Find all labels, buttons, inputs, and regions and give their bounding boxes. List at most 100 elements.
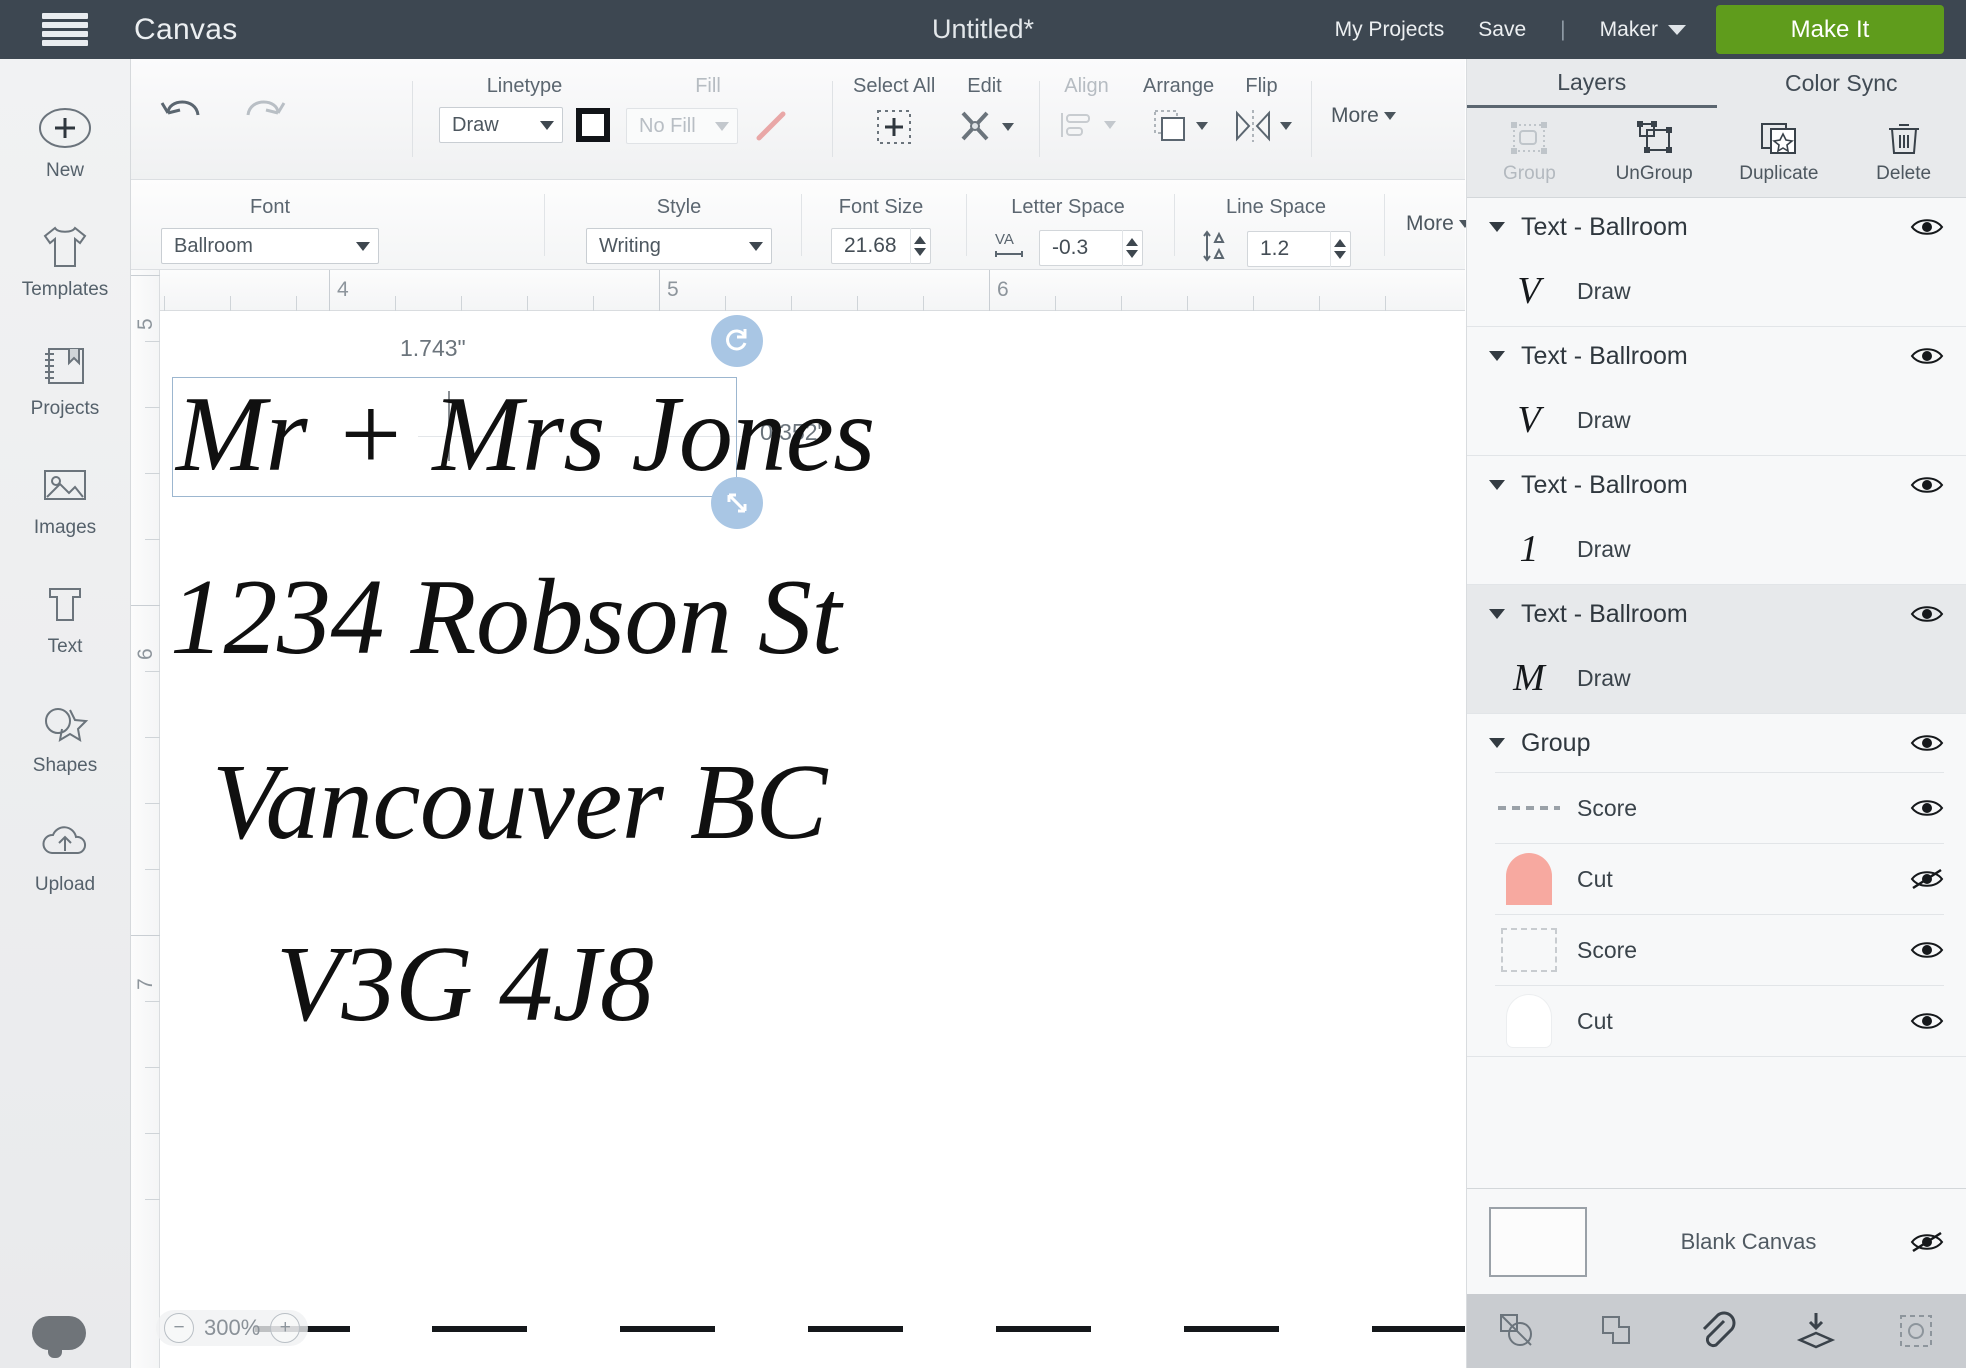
sidebar-label-templates: Templates xyxy=(21,279,109,300)
sidebar-item-shapes[interactable]: Shapes xyxy=(0,698,130,777)
arrange-layers-icon[interactable] xyxy=(1149,107,1209,145)
chevron-down-icon[interactable] xyxy=(1489,738,1505,748)
eye-visible-icon[interactable] xyxy=(1910,796,1944,820)
eye-visible-icon[interactable] xyxy=(1910,938,1944,962)
chevron-down-icon xyxy=(1196,122,1209,130)
my-projects-link[interactable]: My Projects xyxy=(1335,18,1445,42)
sidebar-item-text[interactable]: Text xyxy=(0,579,130,658)
layer-child-row[interactable]: Cut xyxy=(1467,986,1966,1056)
line-space-field[interactable] xyxy=(1247,230,1351,267)
eye-visible-icon[interactable] xyxy=(1910,602,1944,626)
flip-control[interactable]: Flip xyxy=(1231,75,1292,145)
save-button[interactable]: Save xyxy=(1478,18,1526,42)
chevron-down-icon[interactable] xyxy=(1668,24,1686,35)
plus-circle-icon[interactable]: + xyxy=(270,1313,301,1343)
line-space-input[interactable] xyxy=(1248,236,1330,261)
layer-header[interactable]: Text - Ballroom xyxy=(1467,327,1966,385)
more-toolbar-button[interactable]: More xyxy=(1331,104,1396,128)
slice-icon[interactable] xyxy=(1495,1309,1539,1353)
style-select[interactable]: Writing xyxy=(586,228,772,264)
edit-control[interactable]: Edit xyxy=(955,75,1014,147)
chevron-down-icon[interactable] xyxy=(1489,609,1505,619)
weld-icon[interactable] xyxy=(1595,1309,1639,1353)
chevron-down-icon[interactable] xyxy=(1489,351,1505,361)
eye-visible-icon[interactable] xyxy=(1910,731,1944,755)
font-select[interactable]: Ballroom xyxy=(161,228,379,264)
script-glyph: 1 xyxy=(1519,528,1539,570)
machine-selector-label[interactable]: Maker xyxy=(1600,18,1658,42)
layer-header[interactable]: Text - Ballroom xyxy=(1467,198,1966,256)
flatten-icon[interactable] xyxy=(1794,1309,1838,1353)
align-icon[interactable] xyxy=(1057,107,1116,143)
canvas-text-line-4[interactable]: V3G 4J8 xyxy=(276,923,654,1047)
layer-child-row[interactable]: 1 Draw xyxy=(1467,514,1966,584)
duplicate-button[interactable]: Duplicate xyxy=(1717,108,1842,197)
minus-circle-icon[interactable]: − xyxy=(164,1313,194,1343)
app-label: Canvas xyxy=(134,12,238,46)
letter-space-input[interactable] xyxy=(1040,235,1122,260)
sidebar-item-images[interactable]: Images xyxy=(0,460,130,539)
layer-header-group[interactable]: Group xyxy=(1467,714,1966,772)
hamburger-menu-icon[interactable] xyxy=(42,12,88,47)
layer-child-row[interactable]: Score xyxy=(1467,773,1966,843)
tab-layers[interactable]: Layers xyxy=(1467,59,1717,108)
mat-dashed-edge xyxy=(160,1326,1465,1332)
chevron-down-icon[interactable] xyxy=(1489,480,1505,490)
layer-child-row[interactable]: Cut xyxy=(1467,844,1966,914)
chat-bubble-icon[interactable] xyxy=(32,1316,86,1358)
linetype-select[interactable]: Draw xyxy=(439,107,563,143)
blank-canvas-row[interactable]: Blank Canvas xyxy=(1467,1188,1966,1294)
layer-header[interactable]: Text - Ballroom xyxy=(1467,456,1966,514)
attach-icon[interactable] xyxy=(1694,1309,1738,1353)
canvas-text-line-3[interactable]: Vancouver BC xyxy=(212,741,827,865)
ungroup-button[interactable]: UnGroup xyxy=(1592,108,1717,197)
eye-hidden-icon[interactable] xyxy=(1910,1230,1944,1254)
letter-space-stepper[interactable] xyxy=(1121,229,1142,266)
eye-visible-icon[interactable] xyxy=(1910,473,1944,497)
layer-child-row[interactable]: Score xyxy=(1467,915,1966,985)
eye-visible-icon[interactable] xyxy=(1910,215,1944,239)
chevron-down-icon[interactable] xyxy=(1489,222,1505,232)
layers-list[interactable]: Text - Ballroom V Draw Text - Ballroom V… xyxy=(1467,198,1966,1188)
group-button[interactable]: Group xyxy=(1467,108,1592,197)
layer-child-row[interactable]: M Draw xyxy=(1467,643,1966,713)
font-size-stepper[interactable] xyxy=(909,228,930,264)
eye-hidden-icon[interactable] xyxy=(1910,867,1944,891)
linetype-color-swatch[interactable] xyxy=(576,108,610,142)
letter-space-field[interactable] xyxy=(1039,229,1143,266)
more-text-button[interactable]: More xyxy=(1406,212,1471,236)
pink-pen-icon[interactable] xyxy=(752,107,790,145)
delete-button[interactable]: Delete xyxy=(1841,108,1966,197)
eye-visible-icon[interactable] xyxy=(1910,344,1944,368)
sidebar-item-templates[interactable]: Templates xyxy=(0,222,130,301)
align-control[interactable]: Align xyxy=(1057,75,1116,143)
layer-child-row[interactable]: V Draw xyxy=(1467,256,1966,326)
fill-select[interactable]: No Fill xyxy=(626,108,738,144)
line-space-stepper[interactable] xyxy=(1329,230,1350,267)
sidebar-item-projects[interactable]: Projects xyxy=(0,341,130,420)
layer-header[interactable]: Text - Ballroom xyxy=(1467,585,1966,643)
rotate-handle-icon[interactable] xyxy=(711,315,763,367)
font-size-field[interactable] xyxy=(831,228,931,264)
undo-arrow-icon[interactable] xyxy=(156,89,208,135)
canvas-area[interactable]: 4 5 6 5 6 7 1.743" 0.352" Mr + Mrs Jones… xyxy=(131,270,1465,1368)
artboard[interactable]: 1.743" 0.352" Mr + Mrs Jones 1234 Robson… xyxy=(160,311,1465,1368)
make-it-button[interactable]: Make It xyxy=(1716,5,1944,54)
canvas-text-line-1[interactable]: Mr + Mrs Jones xyxy=(176,373,875,497)
tab-color-sync[interactable]: Color Sync xyxy=(1717,59,1966,108)
arrange-control[interactable]: Arrange xyxy=(1143,75,1214,145)
select-all-control[interactable]: Select All xyxy=(853,75,935,147)
layer-child-name: Score xyxy=(1577,794,1638,821)
select-all-icon[interactable] xyxy=(872,107,916,147)
sidebar-item-new[interactable]: New xyxy=(0,103,130,182)
canvas-text-line-2[interactable]: 1234 Robson St xyxy=(170,556,842,680)
layer-child-row[interactable]: V Draw xyxy=(1467,385,1966,455)
font-size-control: Font Size xyxy=(831,196,931,264)
sidebar-item-upload[interactable]: Upload xyxy=(0,817,130,896)
contour-icon[interactable] xyxy=(1894,1309,1938,1353)
redo-arrow-icon[interactable] xyxy=(238,89,290,135)
font-size-input[interactable] xyxy=(832,234,910,258)
eye-visible-icon[interactable] xyxy=(1910,1009,1944,1033)
flip-icon[interactable] xyxy=(1231,107,1292,145)
edit-scissors-icon[interactable] xyxy=(955,107,1014,147)
